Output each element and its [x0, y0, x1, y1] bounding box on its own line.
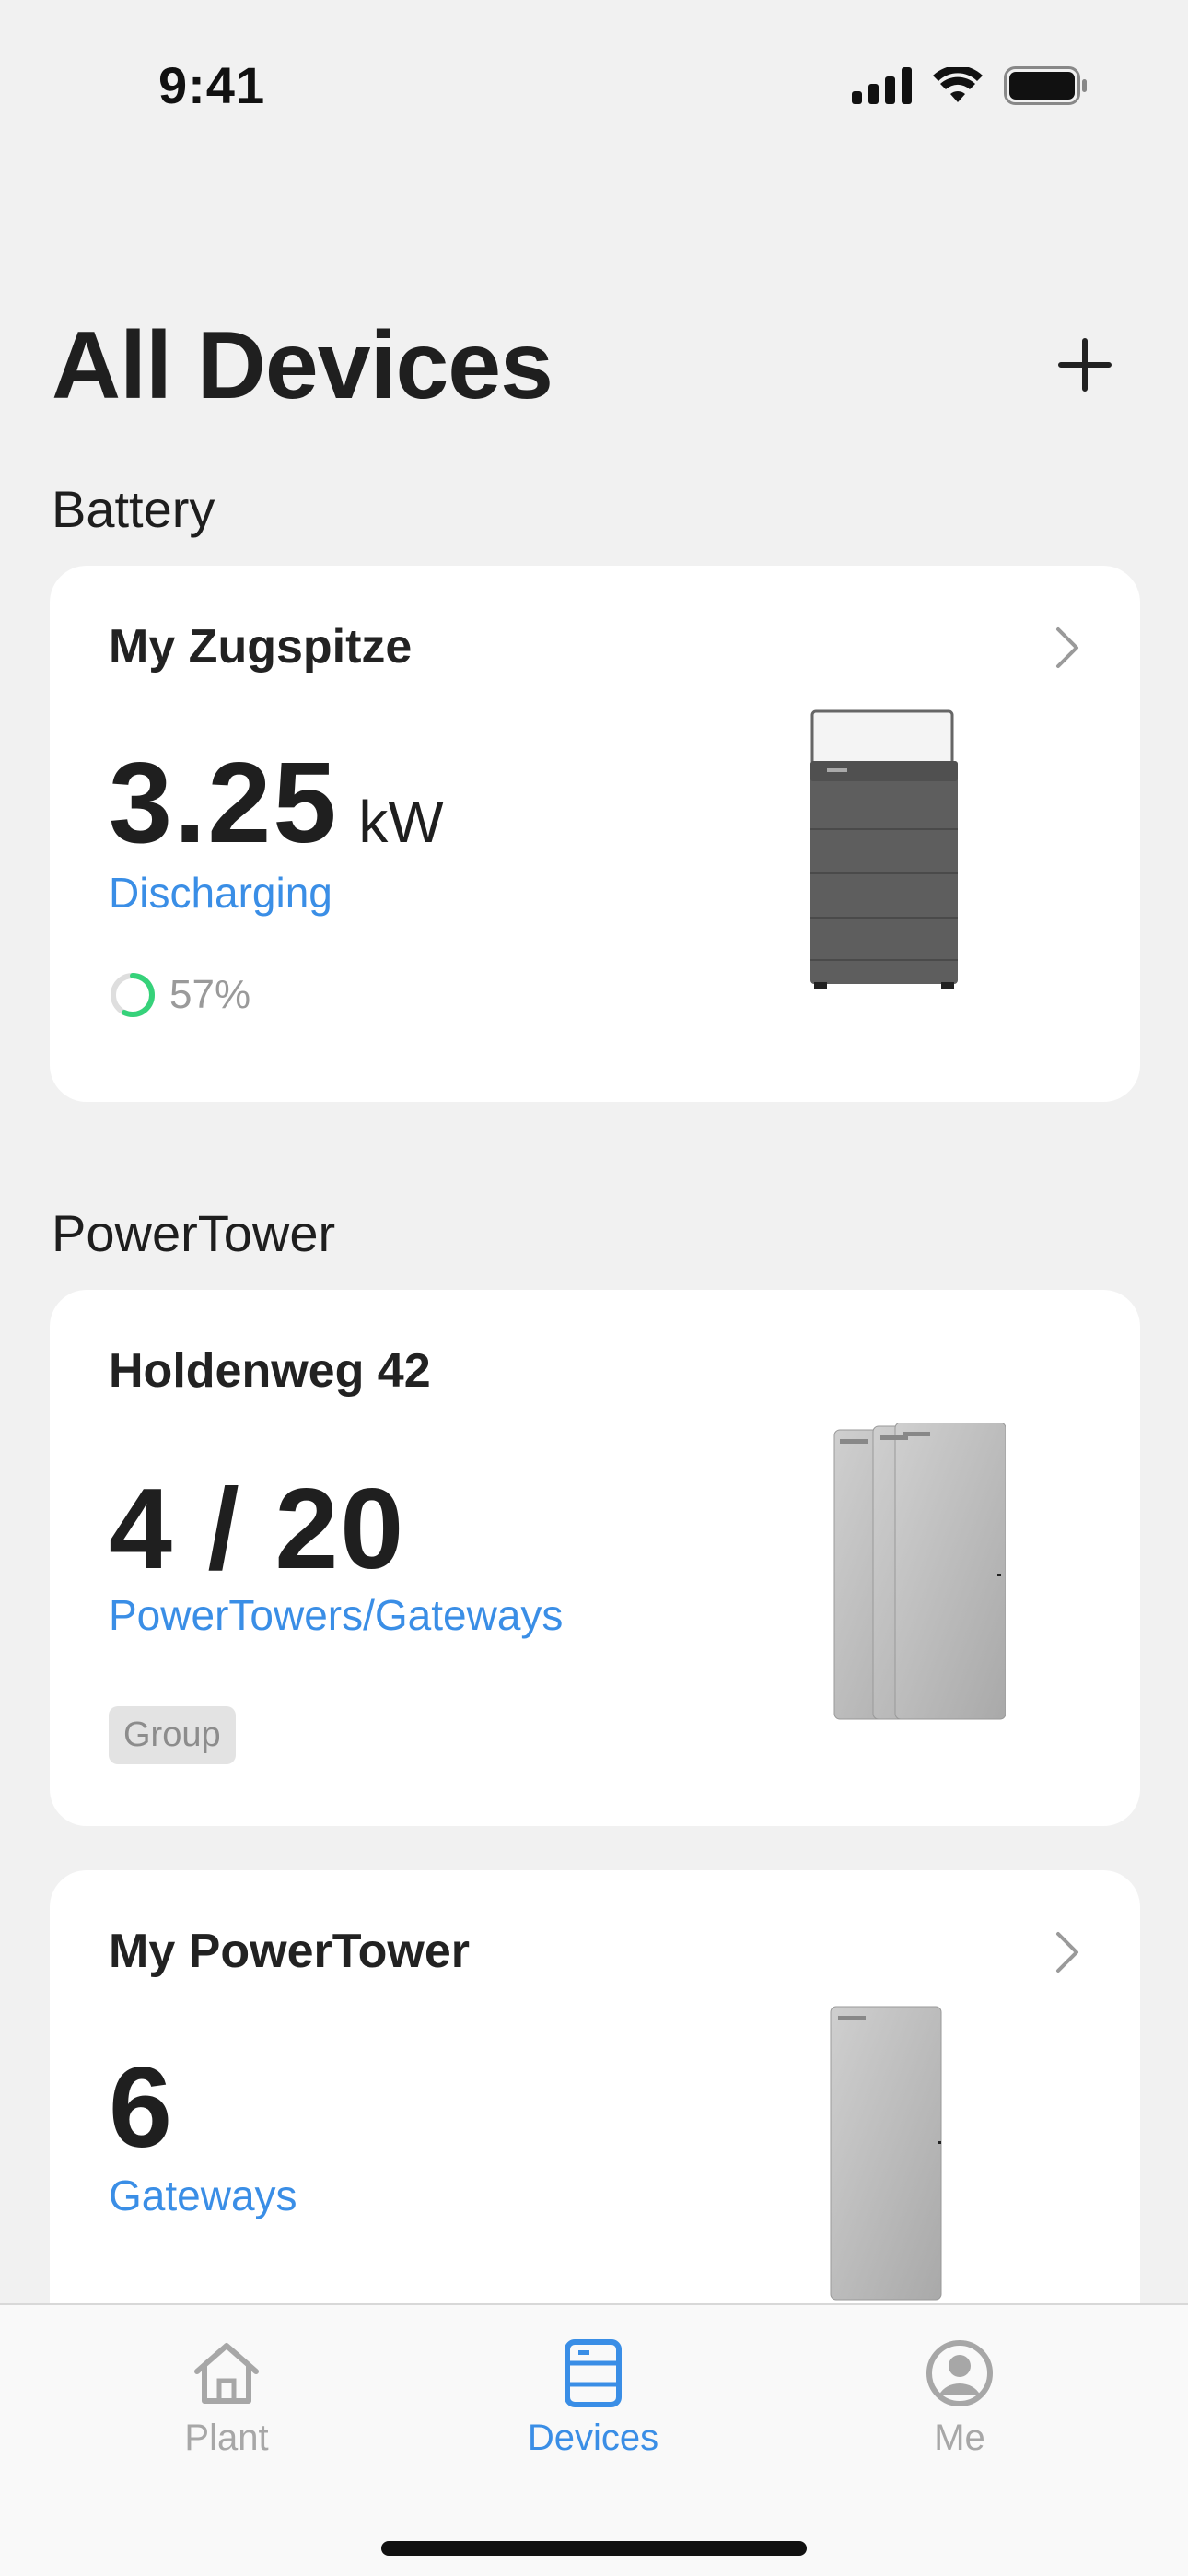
group-card-holdenweg-42[interactable]: Holdenweg 42 4 / 20 PowerTowers/Gateways…: [50, 1290, 1140, 1826]
tab-devices[interactable]: Devices: [501, 2338, 685, 2459]
battery-status-icon: [1004, 66, 1087, 105]
power-number: 3.25: [109, 740, 339, 867]
page-title: All Devices: [52, 312, 553, 419]
wifi-icon: [933, 67, 983, 102]
section-label-powertower: PowerTower: [52, 1204, 336, 1262]
soc-percent: 57%: [169, 972, 251, 1017]
status-icons: [852, 66, 1089, 105]
battery-cabinet-image: [810, 709, 958, 989]
soc-ring-icon: [111, 973, 155, 1017]
device-count-label: PowerTowers/Gateways: [109, 1591, 564, 1639]
status-bar: 9:41: [0, 0, 1188, 175]
add-device-button[interactable]: [1050, 330, 1120, 400]
chevron-right-icon: [1056, 627, 1078, 668]
battery-status: Discharging: [109, 869, 332, 917]
tab-me[interactable]: Me: [868, 2338, 1052, 2459]
header: All Devices: [52, 311, 1138, 431]
tab-label: Plant: [184, 2418, 269, 2458]
plus-icon: [1058, 338, 1112, 392]
group-badge: Group: [109, 1706, 236, 1764]
tab-bar: Plant Devices Me: [0, 2303, 1188, 2576]
state-of-charge: 57%: [109, 971, 250, 1019]
profile-icon: [926, 2340, 993, 2406]
powertower-image: [830, 2006, 942, 2301]
battery-card-my-zugspitze[interactable]: My Zugspitze 3.25 kW Discharging 57%: [50, 566, 1140, 1102]
device-name: My Zugspitze: [109, 620, 413, 673]
home-icon: [194, 2343, 259, 2404]
cellular-signal-icon: [852, 67, 912, 104]
tab-label: Devices: [527, 2418, 659, 2458]
device-name: My PowerTower: [109, 1925, 471, 1978]
device-name: Holdenweg 42: [109, 1344, 431, 1398]
tab-plant[interactable]: Plant: [134, 2338, 319, 2459]
powertower-card-my-powertower[interactable]: My PowerTower 6 Gateways: [50, 1870, 1140, 2349]
power-value: 3.25 kW: [109, 746, 444, 861]
status-time: 9:41: [158, 56, 266, 114]
devices-icon: [565, 2339, 622, 2407]
tab-label: Me: [934, 2418, 985, 2458]
power-unit: kW: [358, 789, 444, 855]
gateway-count-label: Gateways: [109, 2172, 297, 2219]
section-label-battery: Battery: [52, 480, 215, 538]
chevron-right-icon: [1056, 1932, 1078, 1973]
device-count: 4 / 20: [109, 1466, 406, 1593]
home-indicator: [381, 2541, 807, 2556]
gateway-count: 6: [109, 2044, 174, 2172]
powertower-group-image: [833, 1423, 1006, 1720]
